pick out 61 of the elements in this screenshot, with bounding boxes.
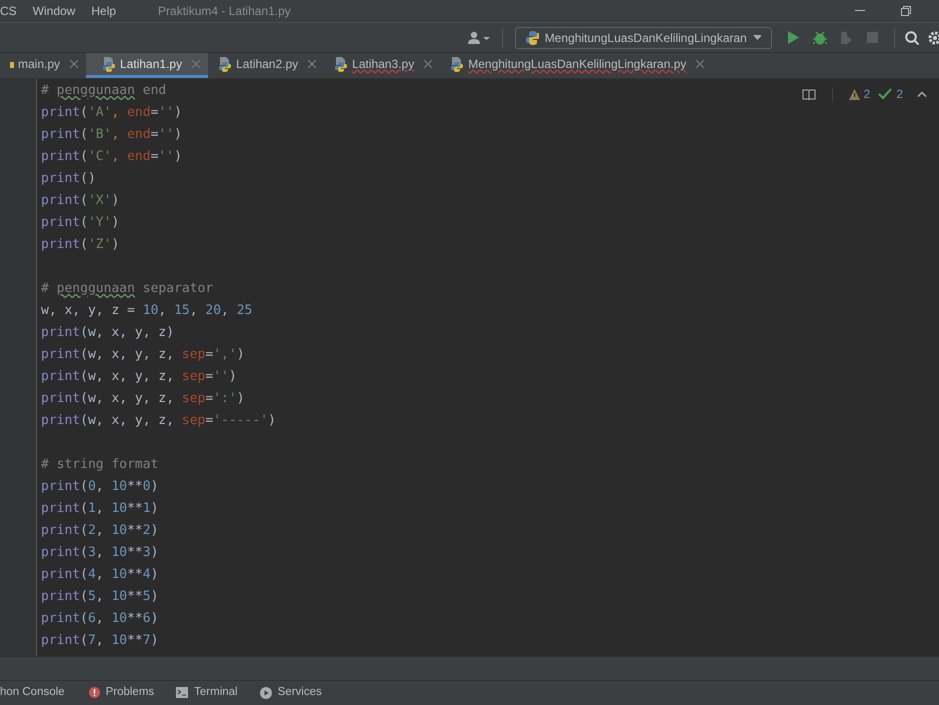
code-line: print('B', end='') (41, 126, 183, 144)
run-icon[interactable] (788, 31, 799, 44)
code-line: w, x, y, z = 10, 15, 20, 25 (41, 302, 254, 320)
code-line: # string format (41, 456, 160, 474)
code-line: print(4, 10**4) (41, 566, 160, 584)
menu-item[interactable]: CS (0, 2, 17, 20)
search-icon[interactable] (905, 30, 919, 44)
code-line: print(w, x, y, z) (41, 324, 176, 342)
editor-tab[interactable]: main.py (0, 53, 86, 78)
code-line: print(7, 10**7) (41, 632, 160, 650)
close-icon[interactable] (70, 60, 78, 68)
code-line: print(6, 10**6) (41, 610, 160, 628)
code-line: print('A', end='') (41, 104, 183, 122)
code-line: print(2, 10**2) (41, 522, 160, 540)
tool-window-button[interactable]: Terminal (194, 684, 238, 702)
weak-warning-count[interactable]: 2 (896, 85, 903, 103)
code-line: print('C', end='') (41, 148, 183, 166)
code-line: print(w, x, y, z, sep=':') (41, 390, 246, 408)
code-line: print('Y') (41, 214, 120, 232)
close-icon[interactable] (696, 60, 704, 68)
code-line: print('Z') (41, 236, 120, 254)
close-icon[interactable] (424, 60, 432, 68)
tool-window-button[interactable]: Services (278, 684, 322, 702)
tool-window-button[interactable]: hon Console (0, 684, 65, 702)
dropdown-caret-icon (752, 35, 761, 40)
code-line: print(0, 10**0) (41, 478, 160, 496)
warning-icon (848, 88, 860, 100)
user-icon[interactable] (468, 30, 492, 44)
code-line: # penggunaan separator (41, 280, 214, 298)
close-icon[interactable] (308, 60, 316, 68)
code-line: # penggunaan end (41, 82, 168, 100)
editor-tab[interactable]: Latihan3.py (324, 53, 440, 78)
tool-window-button[interactable]: Problems (106, 684, 154, 702)
terminal-icon (176, 687, 188, 698)
run-configuration-dropdown[interactable]: MenghitungLuasDanKelilingLingkaran (515, 26, 772, 48)
menu-item[interactable]: Window (32, 2, 76, 20)
window-title: Praktikum4 - Latihan1.py (158, 3, 291, 20)
code-line: print('X') (41, 192, 120, 210)
editor-tab[interactable]: Latihan2.py (208, 53, 324, 78)
code-line: print(w, x, y, z, sep='') (41, 368, 238, 386)
editor-tab[interactable]: Latihan1.py (86, 53, 208, 78)
checkmark-icon (878, 88, 892, 100)
play-circle-icon (260, 686, 272, 698)
python-icon (526, 30, 539, 44)
chevron-up-icon[interactable] (917, 91, 927, 97)
editor-tab[interactable]: MenghitungLuasDanKelilingLingkaran.py (440, 53, 712, 78)
code-line: print(5, 10**5) (41, 588, 160, 606)
error-icon (88, 687, 100, 698)
code-line: print(w, x, y, z, sep='-----') (41, 412, 276, 430)
restore-icon[interactable] (901, 6, 911, 16)
code-line: print(3, 10**3) (41, 544, 160, 562)
warning-count[interactable]: 2 (864, 85, 870, 103)
code-line: print(w, x, y, z, sep=',') (41, 346, 246, 364)
minimize-icon[interactable] (855, 10, 865, 12)
bug-icon[interactable] (813, 30, 827, 44)
code-line: print() (41, 170, 97, 188)
reader-mode-icon[interactable] (802, 88, 816, 100)
settings-icon[interactable] (928, 30, 939, 44)
close-icon[interactable] (192, 60, 200, 68)
code-line: print(1, 10**1) (41, 500, 160, 518)
menu-item[interactable]: Help (91, 2, 116, 20)
